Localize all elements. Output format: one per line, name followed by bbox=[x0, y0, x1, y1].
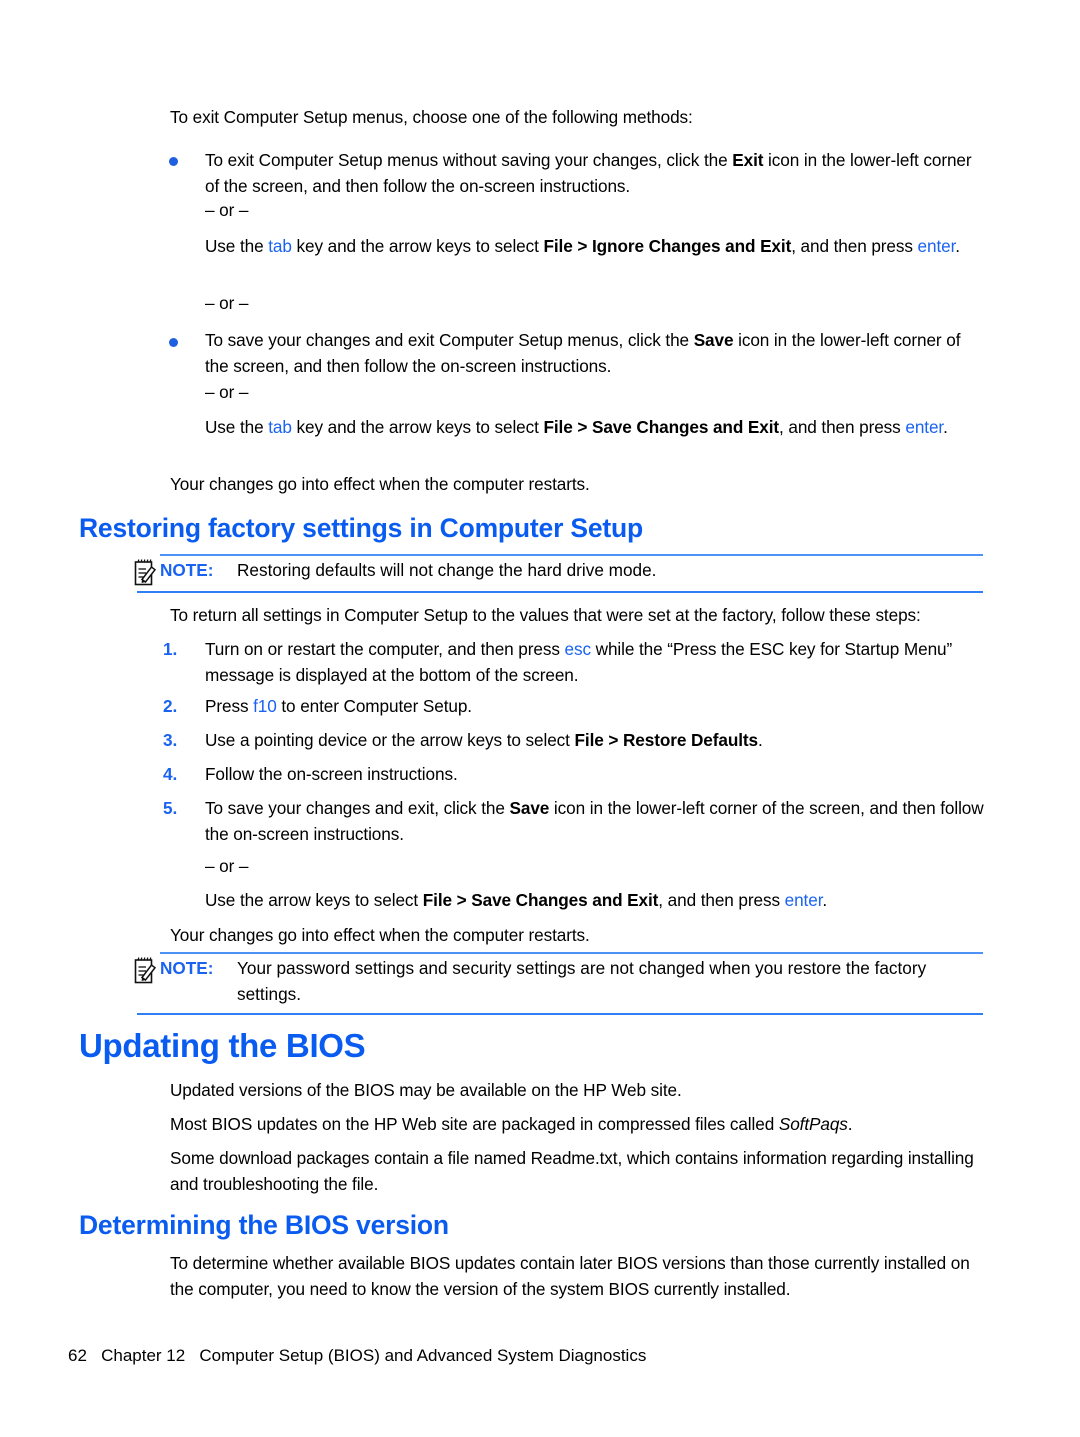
alt-ignore-p2: key and the arrow keys to select bbox=[291, 236, 544, 256]
footer-title: Computer Setup (BIOS) and Advanced Syste… bbox=[199, 1346, 647, 1365]
step-number-4: 4. bbox=[163, 764, 178, 784]
note-pad-pencil-icon bbox=[133, 955, 157, 985]
note-bottom-rule bbox=[137, 591, 983, 593]
softpaq-paragraph: Most BIOS updates on the HP Web site are… bbox=[170, 1112, 988, 1138]
note-2-text-span: Your password settings and security sett… bbox=[237, 958, 927, 1004]
softpaqs-term: SoftPaqs bbox=[778, 1114, 848, 1134]
step-number-3: 3. bbox=[163, 730, 178, 750]
or-separator-4: – or – bbox=[205, 856, 249, 876]
menu-path-ignore-changes-and-exit: File > Ignore Changes and Exit bbox=[543, 236, 792, 256]
step-1-p1: Turn on or restart the computer, and the… bbox=[205, 639, 565, 659]
footer-gap-2 bbox=[185, 1346, 199, 1365]
or-separator-3: – or – bbox=[205, 382, 249, 402]
bullet-marker bbox=[169, 338, 178, 347]
step-3-p1: Use a pointing device or the arrow keys … bbox=[205, 730, 575, 750]
note-1-text: Restoring defaults will not change the h… bbox=[237, 560, 657, 580]
note-bottom-rule bbox=[137, 1013, 983, 1015]
step-4-text: Follow the on-screen instructions. bbox=[205, 762, 988, 788]
step-number-2: 2. bbox=[163, 696, 178, 716]
step-5-alt-text: Use the arrow keys to select File > Save… bbox=[205, 888, 988, 914]
readme-paragraph: Some download packages contain a file na… bbox=[170, 1148, 974, 1194]
exit-bullet-1-bold: Exit bbox=[732, 150, 764, 170]
footer-page-number: 62 bbox=[68, 1346, 87, 1365]
restore-intro-paragraph: To return all settings in Computer Setup… bbox=[170, 605, 921, 625]
exit-bullet-1: To exit Computer Setup menus without sav… bbox=[205, 148, 988, 199]
alt-save-p1: Use the bbox=[205, 417, 269, 437]
page-footer: 62 Chapter 12 Computer Setup (BIOS) and … bbox=[68, 1345, 646, 1367]
step-5-text: To save your changes and exit, click the… bbox=[205, 796, 988, 847]
alt-ignore-paragraph: Use the tab key and the arrow keys to se… bbox=[205, 234, 988, 260]
determining-paragraph: To determine whether available BIOS upda… bbox=[170, 1253, 970, 1299]
step-2-p1: Press bbox=[205, 696, 254, 716]
heading-restoring-factory-settings: Restoring factory settings in Computer S… bbox=[79, 513, 643, 543]
menu-path-save-changes-and-exit: File > Save Changes and Exit bbox=[543, 417, 780, 437]
step-1-text: Turn on or restart the computer, and the… bbox=[205, 637, 988, 688]
alt-save-paragraph: Use the tab key and the arrow keys to se… bbox=[205, 415, 988, 441]
alt-save-p4: . bbox=[943, 417, 948, 437]
step-2-p2: to enter Computer Setup. bbox=[276, 696, 472, 716]
key-enter: enter bbox=[905, 417, 944, 437]
step-3-text: Use a pointing device or the arrow keys … bbox=[205, 728, 988, 754]
note-2-label: NOTE: bbox=[160, 958, 214, 978]
note-1-label: NOTE: bbox=[160, 560, 214, 580]
step-5-alt-p1: Use the arrow keys to select bbox=[205, 890, 423, 910]
exit-bullet-2-before: To save your changes and exit Computer S… bbox=[205, 330, 694, 350]
footer-chapter: Chapter 12 bbox=[101, 1346, 186, 1365]
alt-save-p3: , and then press bbox=[779, 417, 906, 437]
alt-ignore-p4: . bbox=[955, 236, 960, 256]
step-3-p2: . bbox=[757, 730, 763, 750]
note-pad-pencil-icon bbox=[133, 557, 157, 587]
or-separator-2: – or – bbox=[205, 293, 249, 313]
step-number-5: 5. bbox=[163, 798, 178, 818]
key-tab: tab bbox=[268, 236, 292, 256]
intro-paragraph: To exit Computer Setup menus, choose one… bbox=[170, 107, 693, 127]
menu-path-save-changes-and-exit: File > Save Changes and Exit bbox=[422, 890, 659, 910]
updating-paragraph-1: Updated versions of the BIOS may be avai… bbox=[170, 1080, 682, 1100]
heading-determining-bios-version: Determining the BIOS version bbox=[79, 1210, 449, 1240]
note-top-rule bbox=[160, 554, 983, 556]
bullet-marker bbox=[169, 157, 178, 166]
step-5-p1: To save your changes and exit, click the bbox=[205, 798, 510, 818]
key-tab: tab bbox=[268, 417, 292, 437]
step-5-alt-p2: , and then press bbox=[658, 890, 785, 910]
restart-note-2: Your changes go into effect when the com… bbox=[170, 925, 590, 945]
step-4-p1: Follow the on-screen instructions. bbox=[205, 764, 458, 784]
exit-bullet-2: To save your changes and exit Computer S… bbox=[205, 328, 988, 379]
restart-note-1: Your changes go into effect when the com… bbox=[170, 474, 590, 494]
alt-save-p2: key and the arrow keys to select bbox=[291, 417, 544, 437]
document-page: To exit Computer Setup menus, choose one… bbox=[0, 0, 1080, 1437]
footer-gap-1 bbox=[87, 1346, 101, 1365]
step-5-alt-p3: . bbox=[822, 890, 828, 910]
step-number-1: 1. bbox=[163, 639, 178, 659]
heading-updating-the-bios: Updating the BIOS bbox=[79, 1027, 366, 1064]
key-enter: enter bbox=[917, 236, 956, 256]
key-esc: esc bbox=[564, 639, 592, 659]
softpaq-p1: Most BIOS updates on the HP Web site are… bbox=[170, 1114, 779, 1134]
alt-ignore-p1: Use the bbox=[205, 236, 269, 256]
key-f10: f10 bbox=[253, 696, 277, 716]
exit-bullet-2-bold: Save bbox=[693, 330, 734, 350]
alt-ignore-p3: , and then press bbox=[791, 236, 918, 256]
exit-bullet-1-before: To exit Computer Setup menus without sav… bbox=[205, 150, 733, 170]
menu-path-restore-defaults: File > Restore Defaults bbox=[574, 730, 759, 750]
softpaq-p2: . bbox=[847, 1114, 853, 1134]
step-5-bold-save: Save bbox=[509, 798, 550, 818]
note-top-rule bbox=[160, 952, 983, 954]
note-2-text: Your password settings and security sett… bbox=[237, 956, 983, 1007]
or-separator-1: – or – bbox=[205, 200, 249, 220]
step-2-text: Press f10 to enter Computer Setup. bbox=[205, 694, 988, 720]
key-enter: enter bbox=[784, 890, 823, 910]
